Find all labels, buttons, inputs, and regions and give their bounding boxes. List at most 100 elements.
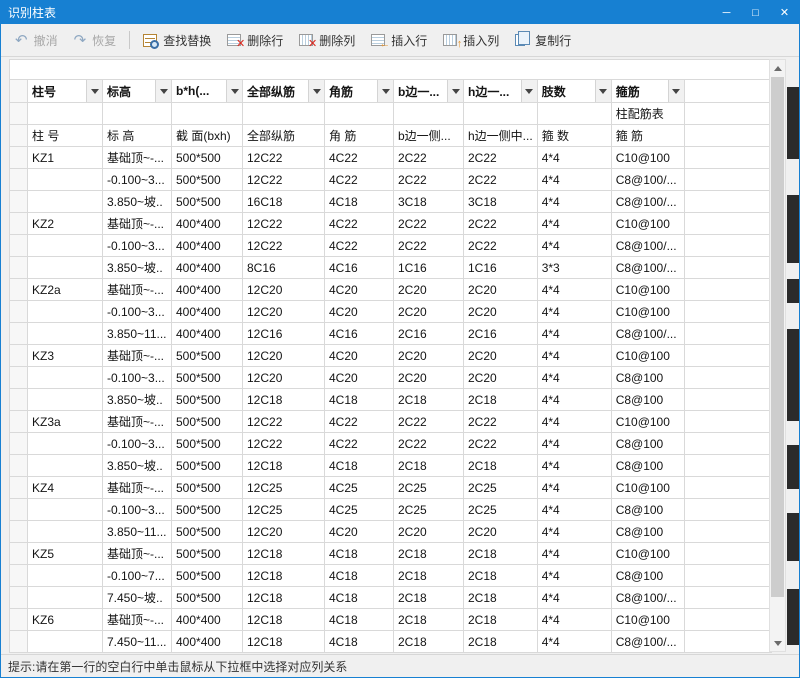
grid-cell-empty[interactable] — [683, 256, 772, 279]
grid-cell[interactable]: 2C18 — [393, 630, 464, 653]
chevron-down-icon[interactable] — [226, 80, 242, 102]
grid-cell[interactable]: 500*500 — [171, 432, 243, 455]
grid-cell[interactable]: 400*400 — [171, 234, 243, 257]
grid-cell[interactable]: 基础顶~-... — [102, 344, 172, 367]
grid-cell[interactable]: 4C22 — [324, 212, 394, 235]
grid-cell[interactable]: 400*400 — [171, 608, 243, 631]
grid-cell[interactable]: -0.100~3... — [102, 234, 172, 257]
grid-cell[interactable]: 4C18 — [324, 564, 394, 587]
scroll-up-button[interactable] — [770, 60, 785, 76]
column-mapping-dropdown-1[interactable]: 柱号 — [27, 79, 103, 103]
grid-cell[interactable]: 3.850~坡.. — [102, 256, 172, 279]
grid-cell[interactable] — [27, 388, 103, 411]
column-mapping-dropdown-4[interactable]: 全部纵筋 — [242, 79, 325, 103]
grid-cell[interactable] — [27, 234, 103, 257]
column-mapping-dropdown-5[interactable]: 角筋 — [324, 79, 394, 103]
grid-cell[interactable]: C8@100/... — [610, 256, 685, 279]
grid-cell[interactable]: C8@100/... — [610, 322, 685, 345]
grid-cell[interactable]: 12C18 — [242, 542, 325, 565]
toolbar-button-delete-column[interactable]: 删除列 — [291, 28, 363, 53]
grid-cell[interactable]: 4C16 — [324, 256, 394, 279]
grid-cell[interactable]: 2C18 — [463, 454, 538, 477]
grid-cell-empty[interactable] — [683, 366, 772, 389]
column-mapping-dropdown-9[interactable]: 箍筋 — [610, 79, 685, 103]
grid-cell[interactable]: 400*400 — [171, 212, 243, 235]
vertical-scrollbar[interactable] — [769, 59, 786, 652]
grid-cell[interactable] — [463, 102, 538, 125]
grid-cell[interactable] — [27, 454, 103, 477]
grid-cell-empty[interactable] — [683, 454, 772, 477]
grid-subheader-cell[interactable]: 箍 数 — [536, 124, 612, 147]
grid-cell[interactable]: 基础顶~-... — [102, 410, 172, 433]
grid-subheader-cell[interactable]: 角 筋 — [324, 124, 394, 147]
grid-cell[interactable]: 4*4 — [536, 564, 612, 587]
grid-cell[interactable]: 2C22 — [463, 146, 538, 169]
grid-cell[interactable]: 4C20 — [324, 366, 394, 389]
grid-cell[interactable]: 4*4 — [536, 630, 612, 653]
grid-cell[interactable]: 2C20 — [463, 520, 538, 543]
grid-cell[interactable]: C10@100 — [610, 300, 685, 323]
grid-cell[interactable]: 2C18 — [393, 564, 464, 587]
grid-cell[interactable]: 4C25 — [324, 498, 394, 521]
grid-cell[interactable]: 2C20 — [463, 344, 538, 367]
grid-cell[interactable]: 2C25 — [463, 476, 538, 499]
grid-cell[interactable]: 2C20 — [393, 344, 464, 367]
grid-cell[interactable]: -0.100~3... — [102, 432, 172, 455]
grid-subheader-cell[interactable]: b边一侧... — [393, 124, 464, 147]
grid-cell[interactable]: 4*4 — [536, 344, 612, 367]
toolbar-button-delete-row[interactable]: 删除行 — [219, 28, 291, 53]
chevron-down-icon[interactable] — [155, 80, 171, 102]
grid-cell[interactable]: C10@100 — [610, 344, 685, 367]
grid-cell[interactable]: 400*400 — [171, 300, 243, 323]
grid-cell-empty[interactable] — [683, 168, 772, 191]
grid-cell[interactable] — [27, 322, 103, 345]
grid-cell[interactable]: 12C18 — [242, 630, 325, 653]
grid-cell[interactable]: 4*4 — [536, 586, 612, 609]
grid-cell[interactable]: 基础顶~-... — [102, 542, 172, 565]
grid-cell[interactable]: 12C22 — [242, 168, 325, 191]
grid-cell[interactable]: KZ1 — [27, 146, 103, 169]
grid-cell[interactable]: 12C25 — [242, 476, 325, 499]
grid-cell[interactable] — [27, 256, 103, 279]
grid-cell[interactable]: 4*4 — [536, 300, 612, 323]
toolbar-button-insert-row[interactable]: 插入行 — [363, 28, 435, 53]
toolbar-button-find-replace[interactable]: 查找替换 — [135, 28, 219, 53]
grid-cell[interactable]: C8@100/... — [610, 190, 685, 213]
grid-cell-empty[interactable] — [683, 564, 772, 587]
grid-subheader-cell[interactable]: 箍 筋 — [610, 124, 685, 147]
chevron-down-icon[interactable] — [447, 80, 463, 102]
grid-cell[interactable]: C8@100 — [610, 432, 685, 455]
grid-cell[interactable]: 4C20 — [324, 344, 394, 367]
grid-cell-empty[interactable] — [683, 586, 772, 609]
grid-cell[interactable]: C10@100 — [610, 476, 685, 499]
grid-cell[interactable]: 3.850~坡.. — [102, 388, 172, 411]
grid-cell[interactable]: 4C20 — [324, 300, 394, 323]
column-mapping-dropdown-6[interactable]: b边一... — [393, 79, 464, 103]
grid-cell[interactable]: 500*500 — [171, 542, 243, 565]
grid-subheader-cell[interactable]: 柱 号 — [27, 124, 103, 147]
grid-cell[interactable]: 4C18 — [324, 454, 394, 477]
grid-cell[interactable]: 2C18 — [463, 608, 538, 631]
grid-cell[interactable]: 2C18 — [463, 586, 538, 609]
grid-cell[interactable]: 4C22 — [324, 146, 394, 169]
grid-cell[interactable]: C10@100 — [610, 410, 685, 433]
grid-cell[interactable]: 4C22 — [324, 432, 394, 455]
grid-cell[interactable]: 2C20 — [393, 300, 464, 323]
grid-cell[interactable]: KZ5 — [27, 542, 103, 565]
grid-cell[interactable]: -0.100~7... — [102, 564, 172, 587]
grid-cell[interactable]: 基础顶~-... — [102, 278, 172, 301]
grid-cell[interactable]: -0.100~3... — [102, 498, 172, 521]
grid-cell[interactable]: 12C25 — [242, 498, 325, 521]
grid-cell[interactable]: 4*4 — [536, 366, 612, 389]
grid-cell[interactable]: 4C18 — [324, 586, 394, 609]
grid-cell[interactable]: C8@100 — [610, 498, 685, 521]
grid-cell[interactable]: 500*500 — [171, 520, 243, 543]
grid-cell[interactable]: 2C22 — [463, 410, 538, 433]
grid-cell[interactable]: 500*500 — [171, 366, 243, 389]
grid-cell[interactable] — [27, 432, 103, 455]
grid-cell[interactable]: 12C18 — [242, 564, 325, 587]
grid-cell[interactable] — [27, 586, 103, 609]
grid-cell[interactable] — [27, 520, 103, 543]
grid-cell[interactable]: 2C20 — [393, 366, 464, 389]
grid-cell[interactable]: 4C18 — [324, 388, 394, 411]
